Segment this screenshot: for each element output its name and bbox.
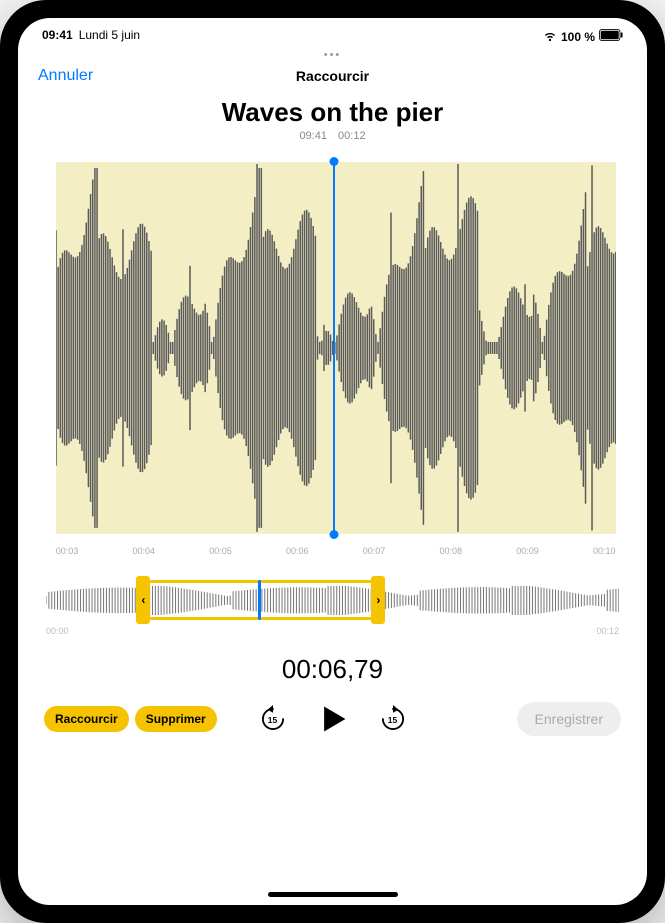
trim-ruler-start: 00:00 xyxy=(46,626,69,636)
trim-ruler-end: 00:12 xyxy=(596,626,619,636)
status-bar: 09:41 Lundi 5 juin 100 % xyxy=(18,18,647,49)
skip-back-amount: 15 xyxy=(268,715,277,725)
ruler-tick: 00:08 xyxy=(439,546,462,556)
skip-forward-button[interactable]: 15 xyxy=(377,703,409,735)
time-ruler: 00:03 00:04 00:05 00:06 00:07 00:08 00:09 00:10 xyxy=(56,546,616,556)
play-icon xyxy=(317,702,349,736)
recording-meta: 09:41 00:12 xyxy=(18,130,647,142)
trim-handle-right[interactable]: › xyxy=(371,576,385,624)
waveform-area[interactable]: 00:03 00:04 00:05 00:06 00:07 00:08 00:09 00:10 xyxy=(18,156,647,556)
trim-playhead[interactable] xyxy=(258,580,261,620)
controls-row: Raccourcir Supprimer 15 15 Enregistrer xyxy=(18,685,647,735)
play-button[interactable] xyxy=(317,703,349,735)
recording-title-section: Waves on the pier 09:41 00:12 xyxy=(18,91,647,146)
delete-button[interactable]: Supprimer xyxy=(135,706,217,732)
status-date: Lundi 5 juin xyxy=(79,28,140,45)
battery-icon xyxy=(599,29,623,44)
app-header: Annuler Raccourcir xyxy=(18,63,647,91)
ruler-tick: 00:07 xyxy=(363,546,386,556)
grabber-icon[interactable]: ••• xyxy=(18,49,647,63)
trim-handle-left[interactable]: ‹ xyxy=(136,576,150,624)
trimmer[interactable]: ‹ › xyxy=(46,576,619,624)
recording-meta-duration: 00:12 xyxy=(338,130,366,142)
trim-button[interactable]: Raccourcir xyxy=(44,706,129,732)
battery-percent: 100 % xyxy=(561,30,595,44)
recording-title: Waves on the pier xyxy=(18,97,647,128)
playhead[interactable] xyxy=(333,162,335,534)
timecode: 00:06,79 xyxy=(18,654,647,685)
skip-back-button[interactable]: 15 xyxy=(257,703,289,735)
ruler-tick: 00:05 xyxy=(209,546,232,556)
wifi-icon xyxy=(543,28,557,45)
recording-meta-time: 09:41 xyxy=(299,130,327,142)
ipad-frame: 09:41 Lundi 5 juin 100 % ••• Annuler Rac… xyxy=(0,0,665,923)
ruler-tick: 00:04 xyxy=(132,546,155,556)
home-indicator[interactable] xyxy=(268,892,398,897)
header-mode-title: Raccourcir xyxy=(296,68,369,84)
save-button[interactable]: Enregistrer xyxy=(517,702,621,736)
status-time: 09:41 xyxy=(42,28,73,45)
screen: 09:41 Lundi 5 juin 100 % ••• Annuler Rac… xyxy=(18,18,647,905)
waveform-icon xyxy=(56,162,616,534)
ruler-tick: 00:10 xyxy=(593,546,616,556)
ruler-tick: 00:06 xyxy=(286,546,309,556)
cancel-button[interactable]: Annuler xyxy=(38,67,93,85)
skip-forward-amount: 15 xyxy=(388,715,397,725)
ruler-tick: 00:03 xyxy=(56,546,79,556)
trim-ruler: 00:00 00:12 xyxy=(46,624,619,636)
ruler-tick: 00:09 xyxy=(516,546,539,556)
